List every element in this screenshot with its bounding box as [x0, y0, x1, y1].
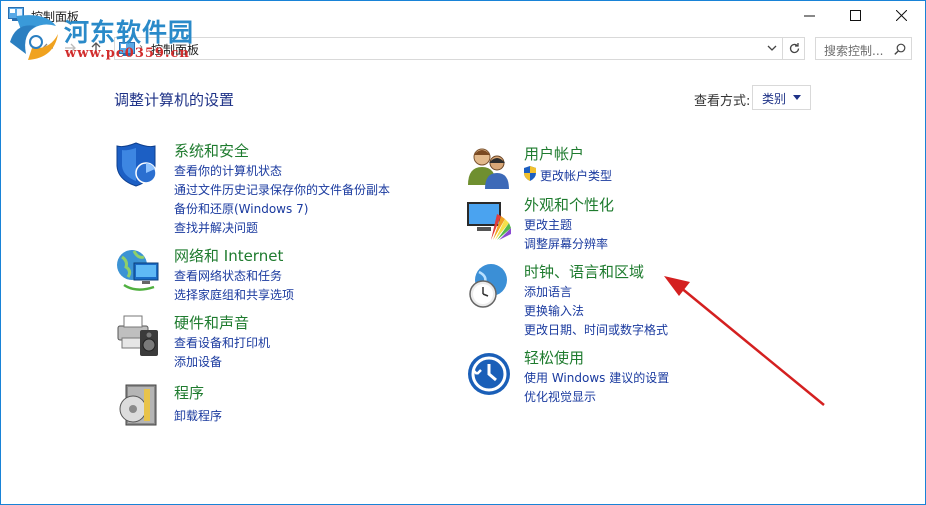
chevron-down-icon[interactable]: [766, 43, 778, 53]
link-change-date-time-format[interactable]: 更改日期、时间或数字格式: [524, 321, 668, 338]
link-uninstall-program[interactable]: 卸载程序: [174, 407, 222, 424]
link-change-input-method[interactable]: 更换输入法: [524, 302, 584, 319]
page-title: 调整计算机的设置: [114, 91, 235, 109]
programs-disc-icon[interactable]: [114, 381, 162, 429]
link-change-account-type[interactable]: 更改帐户类型: [540, 167, 612, 184]
watermark-title: 河东软件园: [64, 18, 195, 47]
category-user-accounts[interactable]: 用户帐户: [524, 143, 584, 164]
category-appearance[interactable]: 外观和个性化: [524, 194, 614, 215]
category-ease-of-access[interactable]: 轻松使用: [524, 347, 584, 368]
category-network-internet[interactable]: 网络和 Internet: [174, 245, 283, 266]
category-system-security[interactable]: 系统和安全: [174, 140, 249, 161]
globe-network-icon[interactable]: [114, 245, 162, 293]
shield-icon[interactable]: [114, 140, 162, 188]
link-view-computer-status[interactable]: 查看你的计算机状态: [174, 162, 282, 179]
monitor-palette-icon[interactable]: [465, 196, 513, 244]
view-by-dropdown[interactable]: 类别: [752, 85, 811, 110]
ease-of-access-icon[interactable]: [465, 350, 513, 398]
link-troubleshoot[interactable]: 查找并解决问题: [174, 219, 258, 236]
printer-speaker-icon[interactable]: [114, 312, 162, 360]
minimize-icon: [803, 15, 815, 17]
caret-down-icon: [793, 95, 801, 100]
link-optimize-visual-display[interactable]: 优化视觉显示: [524, 388, 596, 405]
view-by-value: 类别: [762, 92, 787, 106]
refresh-button[interactable]: [782, 37, 805, 60]
maximize-icon: [849, 10, 861, 21]
link-homegroup[interactable]: 选择家庭组和共享选项: [174, 286, 294, 303]
search-input[interactable]: 搜索控制...: [824, 42, 883, 59]
category-hardware-sound[interactable]: 硬件和声音: [174, 312, 249, 333]
category-clock-language-region[interactable]: 时钟、语言和区域: [524, 261, 644, 282]
search-box[interactable]: 搜索控制...: [815, 37, 912, 60]
close-button[interactable]: [878, 0, 924, 31]
link-change-theme[interactable]: 更改主题: [524, 216, 572, 233]
view-by-label: 查看方式:: [694, 94, 751, 109]
search-icon[interactable]: [894, 43, 906, 55]
clock-globe-icon[interactable]: [465, 262, 513, 310]
refresh-icon: [789, 43, 799, 54]
address-bar[interactable]: › 控制面板: [114, 37, 805, 60]
users-icon[interactable]: [465, 143, 513, 191]
category-programs[interactable]: 程序: [174, 382, 204, 403]
link-adjust-resolution[interactable]: 调整屏幕分辨率: [524, 235, 608, 252]
minimize-button[interactable]: [786, 0, 832, 31]
link-add-language[interactable]: 添加语言: [524, 283, 572, 300]
link-windows-recommended-settings[interactable]: 使用 Windows 建议的设置: [524, 369, 669, 386]
link-network-status[interactable]: 查看网络状态和任务: [174, 267, 282, 284]
close-icon: [895, 10, 907, 21]
link-backup-restore[interactable]: 备份和还原(Windows 7): [174, 200, 308, 217]
link-add-device[interactable]: 添加设备: [174, 353, 222, 370]
uac-shield-icon: [524, 166, 536, 181]
link-file-history[interactable]: 通过文件历史记录保存你的文件备份副本: [174, 181, 390, 198]
link-devices-printers[interactable]: 查看设备和打印机: [174, 334, 270, 351]
watermark-logo: [10, 15, 58, 60]
watermark-url: www.pc0359.cn: [65, 46, 190, 61]
maximize-button[interactable]: [832, 0, 878, 31]
